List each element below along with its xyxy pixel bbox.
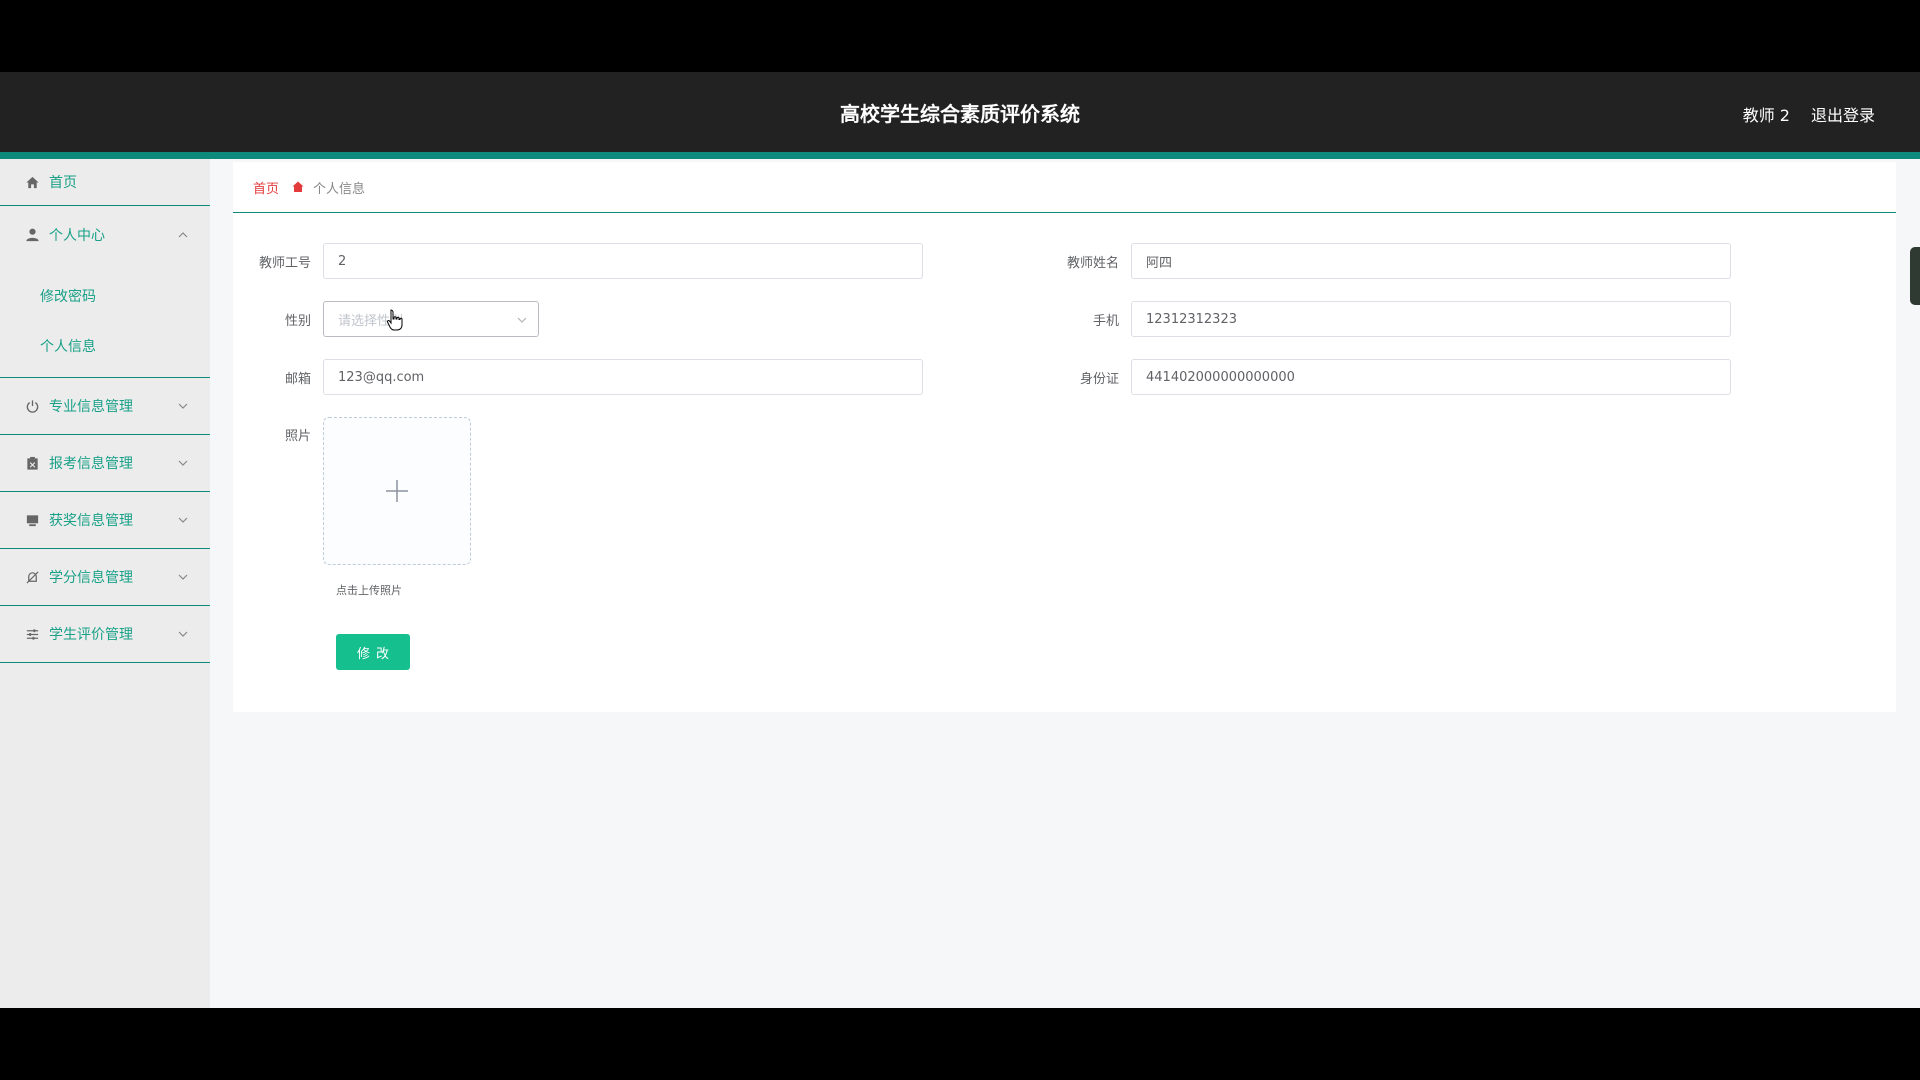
chevron-down-icon (178, 460, 188, 466)
sidebar-item-label: 首页 (49, 175, 77, 191)
phone-input[interactable]: 12312312323 (1131, 301, 1731, 337)
sidebar-item-label: 学生评价管理 (49, 627, 133, 643)
idcard-label: 身份证 (1079, 371, 1119, 387)
breadcrumb-home[interactable]: 首页 (253, 178, 279, 197)
gender-select[interactable]: 请选择性别 (323, 301, 539, 337)
photo-label: 照片 (284, 429, 311, 444)
plus-icon (386, 480, 408, 502)
sidebar-item-label: 专业信息管理 (49, 399, 133, 415)
top-bar: 高校学生综合素质评价系统 教师 2 退出登录 (0, 72, 1920, 152)
email-input[interactable]: 123@qq.com (323, 359, 923, 395)
sidebar-item-personal-info[interactable]: 个人信息 (0, 321, 210, 371)
chevron-down-icon (178, 517, 188, 523)
email-row: 邮箱 123@qq.com (253, 359, 923, 395)
upload-tip: 点击上传照片 (336, 584, 402, 597)
email-label: 邮箱 (284, 371, 311, 387)
current-user: 教师 2 (1742, 106, 1790, 125)
sidebar-item-award-info[interactable]: 获奖信息管理 (0, 492, 210, 549)
sidebar-item-student-evaluation[interactable]: 学生评价管理 (0, 606, 210, 663)
chevron-down-icon (517, 317, 527, 323)
breadcrumb: 首页 个人信息 (233, 162, 1896, 213)
teacher-name-label: 教师姓名 (1066, 255, 1119, 271)
house-icon (291, 180, 305, 194)
sidebar: 首页 个人中心 修改密码 个人信息 专业信息管理 报考信息管理 获奖信息管理 学… (0, 159, 210, 1008)
chevron-down-icon (178, 574, 188, 580)
app-screen: 高校学生综合素质评价系统 教师 2 退出登录 首页 个人中心 修改密码 个人信息 (0, 72, 1920, 1008)
home-icon (24, 174, 40, 190)
side-panel-handle[interactable] (1910, 247, 1920, 305)
photo-uploader[interactable] (323, 417, 471, 565)
teacher-id-label: 教师工号 (258, 255, 311, 271)
gender-label: 性别 (284, 313, 311, 329)
chevron-up-icon (178, 231, 188, 237)
breadcrumb-current: 个人信息 (313, 181, 366, 197)
profile-card: 首页 个人信息 教师工号 2 教师姓名 阿四 性别 请选择性别 手机 12312… (233, 162, 1896, 712)
clipboard-icon (24, 455, 40, 471)
sidebar-item-application-info[interactable]: 报考信息管理 (0, 435, 210, 492)
sidebar-item-major-info[interactable]: 专业信息管理 (0, 378, 210, 435)
user-icon (24, 227, 40, 243)
sidebar-item-credit-info[interactable]: 学分信息管理 (0, 549, 210, 606)
sidebar-item-home[interactable]: 首页 (0, 159, 210, 206)
sidebar-item-label: 获奖信息管理 (49, 513, 133, 529)
idcard-input[interactable]: 441402000000000000 (1131, 359, 1731, 395)
personal-center-submenu: 修改密码 个人信息 (0, 263, 210, 378)
phone-row: 手机 12312312323 (1061, 301, 1731, 337)
sidebar-item-personal-center[interactable]: 个人中心 (0, 206, 210, 263)
sliders-icon (24, 626, 40, 642)
sidebar-item-change-password[interactable]: 修改密码 (0, 271, 210, 321)
photo-row: 照片 (253, 417, 471, 565)
system-title: 高校学生综合素质评价系统 (840, 102, 1080, 126)
sidebar-item-label: 学分信息管理 (49, 570, 133, 586)
monitor-icon (24, 512, 40, 528)
sidebar-item-label: 个人中心 (49, 227, 105, 244)
accent-bar (0, 152, 1920, 159)
submit-button[interactable]: 修改 (336, 634, 410, 670)
power-icon (24, 398, 40, 414)
chevron-down-icon (178, 631, 188, 637)
bell-off-icon (24, 569, 40, 585)
sidebar-item-label: 报考信息管理 (49, 456, 133, 472)
chevron-down-icon (178, 403, 188, 409)
teacher-id-row: 教师工号 2 (253, 243, 923, 279)
phone-label: 手机 (1092, 313, 1119, 329)
mouse-cursor-icon (386, 309, 403, 331)
logout-link[interactable]: 退出登录 (1811, 102, 1875, 126)
teacher-name-row: 教师姓名 阿四 (1061, 243, 1731, 279)
teacher-name-input[interactable]: 阿四 (1131, 243, 1731, 279)
teacher-id-input[interactable]: 2 (323, 243, 923, 279)
idcard-row: 身份证 441402000000000000 (1061, 359, 1731, 395)
